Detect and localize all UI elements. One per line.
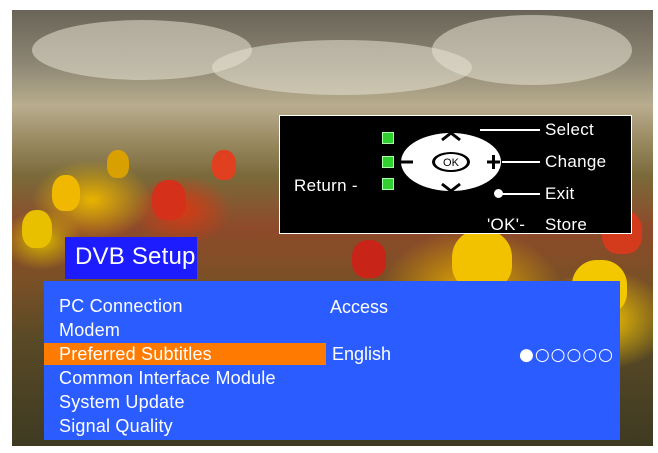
- background-cloud: [432, 15, 632, 85]
- tulip-flower: [352, 240, 386, 278]
- green-key-icon: [382, 156, 394, 168]
- menu-item-modem[interactable]: Modem: [59, 320, 120, 341]
- tulip-flower: [107, 150, 129, 178]
- help-select-label: Select: [545, 120, 595, 139]
- tulip-flower: [212, 150, 236, 180]
- remote-help-panel: OK Select Change Exit Return - 'OK'- Sto…: [279, 115, 632, 234]
- help-store-label: Store: [545, 215, 588, 234]
- change-connector: [502, 161, 540, 163]
- exit-connector: [500, 193, 540, 195]
- green-key-icon: [382, 178, 394, 190]
- tulip-flower: [152, 180, 186, 220]
- tv-screen: OK Select Change Exit Return - 'OK'- Sto…: [12, 10, 653, 446]
- page-title: DVB Setup: [75, 243, 196, 270]
- help-return-label: Return -: [294, 176, 358, 195]
- menu-item-system-update[interactable]: System Update: [59, 392, 185, 413]
- menu-item-preferred-subtitles[interactable]: Preferred Subtitles: [59, 344, 212, 365]
- menu-item-pc-connection[interactable]: PC Connection: [59, 296, 183, 317]
- tulip-flower: [22, 210, 52, 248]
- setup-menu: PC Connection Access Modem Preferred Sub…: [44, 281, 620, 440]
- help-ok-store-prefix: 'OK'-: [487, 215, 526, 234]
- green-key-icon: [382, 132, 394, 144]
- menu-value-preferred-subtitles[interactable]: English: [332, 344, 391, 365]
- select-connector: [480, 129, 540, 131]
- ok-button-label: OK: [443, 157, 460, 169]
- help-change-label: Change: [545, 152, 607, 171]
- remote-dpad-icon: OK: [400, 131, 501, 193]
- menu-value-pc-connection: Access: [330, 297, 389, 317]
- help-exit-label: Exit: [545, 184, 575, 203]
- menu-item-common-interface-module[interactable]: Common Interface Module: [59, 368, 276, 389]
- menu-title-tab: DVB Setup: [65, 237, 197, 279]
- menu-item-signal-quality[interactable]: Signal Quality: [59, 416, 173, 437]
- option-position-indicator: ●○○○○○: [518, 345, 614, 365]
- tulip-flower: [52, 175, 80, 211]
